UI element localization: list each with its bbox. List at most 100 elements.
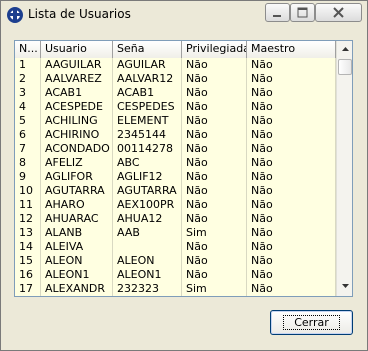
cell-usuario: ACESPEDE [41,100,113,114]
title-bar[interactable]: Lista de Usuarios [1,1,367,29]
vertical-scrollbar[interactable] [336,41,352,296]
column-header-privilegiada[interactable]: Privilegiada [182,41,247,58]
cell-number: 17 [15,282,41,296]
cell-usuario: ACONDADO [41,142,113,156]
cell-maestro: Não [247,128,336,142]
column-header-maestro[interactable]: Maestro [247,41,336,58]
maximize-icon [291,4,314,21]
scroll-down-button[interactable] [337,279,352,296]
cell-privilegiada: Não [182,128,247,142]
cell-number: 15 [15,254,41,268]
table-row[interactable]: 11 AHARO AEX100PR Não Não [15,198,336,212]
cell-privilegiada: Não [182,86,247,100]
table-row[interactable]: 17 ALEXANDR 232323 Sim Não [15,282,336,296]
cell-usuario: AAGUILAR [41,58,113,72]
column-header-sena[interactable]: Seña [113,41,182,58]
cell-number: 13 [15,226,41,240]
cell-number: 14 [15,240,41,254]
cell-maestro: Não [247,282,336,296]
cell-number: 16 [15,268,41,282]
table-row[interactable]: 4 ACESPEDE CESPEDES Não Não [15,100,336,114]
cell-number: 4 [15,100,41,114]
chevron-down-icon [337,284,352,289]
minimize-button[interactable] [265,3,290,22]
maximize-button[interactable] [290,3,315,22]
cell-number: 6 [15,128,41,142]
cerrar-label: Cerrar [283,315,340,330]
table-row[interactable]: 9 AGLIFOR AGLIF12 Não Não [15,170,336,184]
cell-usuario: AFELIZ [41,156,113,170]
cell-sena: ELEMENT [113,114,182,128]
cell-maestro: Não [247,72,336,86]
cell-privilegiada: Não [182,100,247,114]
cell-sena: CESPEDES [113,100,182,114]
cell-usuario: ACAB1 [41,86,113,100]
close-button[interactable] [315,3,362,22]
grid-header: N... Usuario Seña Privilegiada Maestro [15,41,336,58]
cell-maestro: Não [247,212,336,226]
cell-sena: AGLIF12 [113,170,182,184]
minimize-icon [266,4,289,21]
cell-privilegiada: Não [182,254,247,268]
cell-privilegiada: Não [182,170,247,184]
cell-privilegiada: Não [182,212,247,226]
cell-sena: AAB [113,226,182,240]
table-row[interactable]: 15 ALEON ALEON Não Não [15,254,336,268]
cell-sena: 00114278 [113,142,182,156]
cell-privilegiada: Não [182,58,247,72]
cell-usuario: ALEON1 [41,268,113,282]
cell-sena: ALEON1 [113,268,182,282]
app-icon [6,6,24,24]
scroll-thumb[interactable] [338,59,352,75]
cell-number: 7 [15,142,41,156]
cell-usuario: ALEXANDR [41,282,113,296]
cell-usuario: ACHILING [41,114,113,128]
table-row[interactable]: 3 ACAB1 ACAB1 Não Não [15,86,336,100]
cell-number: 5 [15,114,41,128]
cell-privilegiada: Não [182,184,247,198]
cell-maestro: Não [247,226,336,240]
cell-privilegiada: Não [182,268,247,282]
column-header-number[interactable]: N... [15,41,41,58]
table-row[interactable]: 5 ACHILING ELEMENT Não Não [15,114,336,128]
cerrar-button[interactable]: Cerrar [270,310,353,335]
cell-privilegiada: Não [182,114,247,128]
cell-privilegiada: Não [182,142,247,156]
cell-number: 9 [15,170,41,184]
table-row[interactable]: 7 ACONDADO 00114278 Não Não [15,142,336,156]
table-row[interactable]: 12 AHUARAC AHUA12 Não Não [15,212,336,226]
cell-privilegiada: Sim [182,282,247,296]
table-row[interactable]: 8 AFELIZ ABC Não Não [15,156,336,170]
cell-number: 10 [15,184,41,198]
cell-sena: AGUTARRA [113,184,182,198]
table-row[interactable]: 6 ACHIRINO 2345144 Não Não [15,128,336,142]
cell-sena: ACAB1 [113,86,182,100]
chevron-up-icon [337,46,352,51]
table-row[interactable]: 16 ALEON1 ALEON1 Não Não [15,268,336,282]
cell-usuario: ALEON [41,254,113,268]
cell-usuario: AHUARAC [41,212,113,226]
users-grid[interactable]: N... Usuario Seña Privilegiada Maestro 1… [14,40,353,297]
cell-usuario: ALEIVA [41,240,113,254]
cell-maestro: Não [247,170,336,184]
cell-privilegiada: Não [182,198,247,212]
scroll-up-button[interactable] [337,41,352,58]
table-row[interactable]: 1 AAGUILAR AGUILAR Não Não [15,58,336,72]
cell-number: 11 [15,198,41,212]
cell-sena: 232323 [113,282,182,296]
cell-number: 12 [15,212,41,226]
cell-usuario: ACHIRINO [41,128,113,142]
table-row[interactable]: 13 ALANB AAB Sim Não [15,226,336,240]
cell-maestro: Não [247,86,336,100]
cell-maestro: Não [247,198,336,212]
cell-maestro: Não [247,156,336,170]
column-header-usuario[interactable]: Usuario [41,41,113,58]
table-row[interactable]: 10 AGUTARRA AGUTARRA Não Não [15,184,336,198]
user-list-window: Lista de Usuarios N... Usuario Seña Priv… [0,0,368,351]
table-row[interactable]: 14 ALEIVA Não Não [15,240,336,254]
table-row[interactable]: 2 AALVAREZ AALVAR12 Não Não [15,72,336,86]
cell-usuario: AHARO [41,198,113,212]
grid-rows: 1 AAGUILAR AGUILAR Não Não 2 AALVAREZ AALVAR12 N… [15,58,336,296]
cell-maestro: Não [247,254,336,268]
cell-maestro: Não [247,184,336,198]
